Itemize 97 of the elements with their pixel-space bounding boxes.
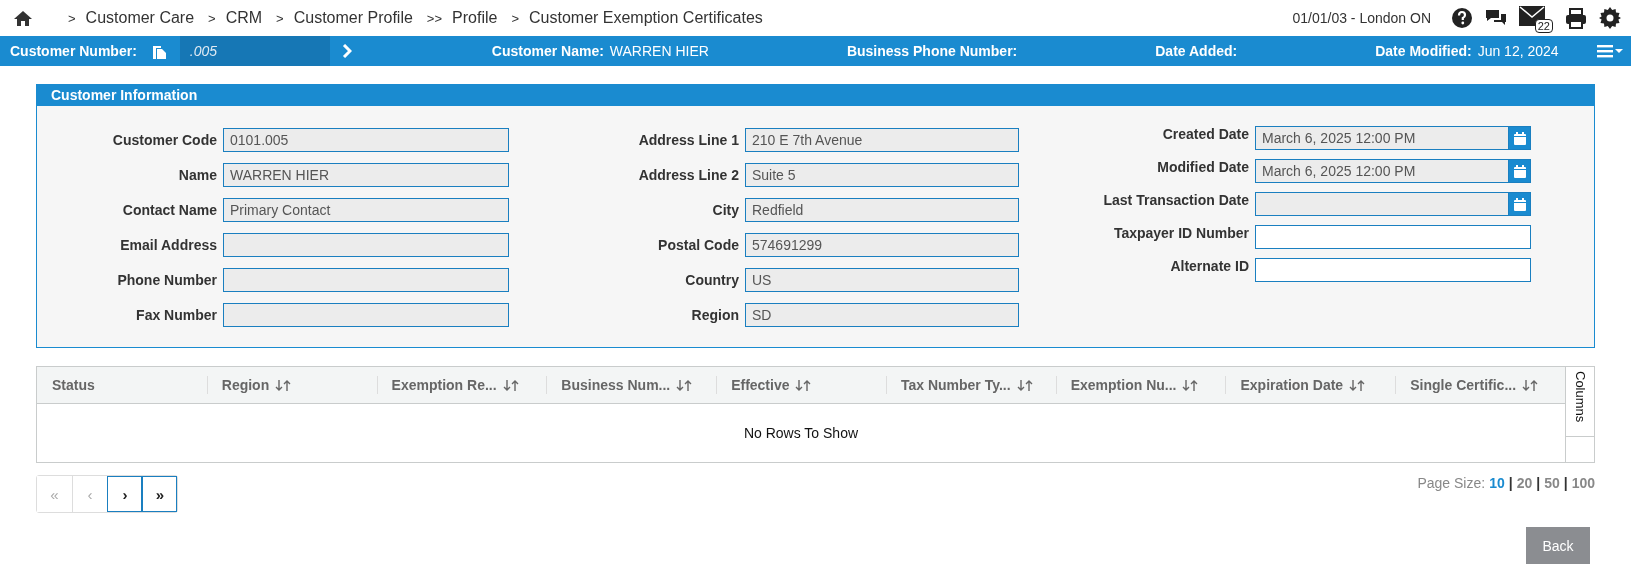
readonly-field[interactable]: 574691299 — [745, 233, 1019, 257]
field-label: Name — [177, 167, 217, 183]
field-label: Address Line 2 — [637, 167, 739, 183]
empty-message: No Rows To Show — [743, 425, 859, 441]
menu-icon[interactable] — [1597, 44, 1623, 58]
sort-icon[interactable] — [275, 378, 292, 392]
readonly-field[interactable]: US — [745, 268, 1019, 292]
calendar-button[interactable] — [1508, 126, 1531, 150]
chevron-right-icon[interactable] — [341, 44, 352, 58]
field-label: Fax Number — [135, 307, 217, 323]
breadcrumb-link[interactable]: Profile — [452, 9, 498, 27]
sort-icon[interactable] — [1016, 378, 1033, 392]
date-field[interactable] — [1255, 192, 1508, 216]
column-header[interactable]: Exemption Re... — [391, 377, 497, 393]
column-header[interactable]: Effective — [731, 377, 790, 393]
field-label: Region — [690, 307, 739, 323]
field-label: Modified Date — [1156, 159, 1249, 175]
field-label: Taxpayer ID Number — [1112, 225, 1249, 241]
field-label: Contact Name — [121, 202, 217, 218]
breadcrumb-link[interactable]: Customer Care — [85, 9, 195, 27]
calendar-icon — [1513, 131, 1526, 145]
mail-count-badge: 22 — [1534, 19, 1553, 33]
readonly-field[interactable]: 210 E 7th Avenue — [745, 128, 1019, 152]
field-label: Address Line 1 — [637, 132, 739, 148]
readonly-field[interactable]: 0101.005 — [223, 128, 509, 152]
breadcrumb-separator: > — [68, 10, 76, 26]
printer-icon[interactable] — [1565, 7, 1587, 29]
page-size-option[interactable]: 10 — [1489, 475, 1505, 491]
separator: | — [1508, 475, 1513, 491]
field-label: Alternate ID — [1169, 258, 1249, 274]
column-header[interactable]: Tax Number Ty... — [900, 377, 1011, 393]
sort-icon[interactable] — [1522, 378, 1539, 392]
column-header[interactable]: Expiration Date — [1240, 377, 1344, 393]
sort-icon[interactable] — [502, 378, 519, 392]
column-header[interactable]: Region — [221, 377, 270, 393]
field-label: Date Added: — [1155, 43, 1238, 59]
settings-icon[interactable] — [1599, 7, 1621, 29]
field-value: Jun 12, 2024 — [1477, 43, 1559, 59]
column-header[interactable]: Exemption Nu... — [1070, 377, 1177, 393]
field-label: Created Date — [1161, 126, 1249, 142]
field-label: Email Address — [119, 237, 217, 253]
sort-icon[interactable] — [1182, 378, 1199, 392]
sort-icon[interactable] — [795, 378, 812, 392]
calendar-button[interactable] — [1508, 159, 1531, 183]
readonly-field[interactable] — [223, 303, 509, 327]
back-button[interactable]: Back — [1526, 527, 1590, 564]
home-icon[interactable] — [14, 10, 32, 26]
calendar-icon — [1513, 164, 1526, 178]
calendar-button[interactable] — [1508, 192, 1531, 216]
field-label: Customer Code — [111, 132, 217, 148]
field-label: Date Modified: — [1375, 43, 1472, 59]
page-size-label: Page Size: — [1417, 475, 1486, 491]
separator: | — [1536, 475, 1541, 491]
page-size-option[interactable]: 50 — [1544, 475, 1560, 491]
panel-title: Customer Information — [37, 85, 1594, 106]
breadcrumb-separator: > — [511, 10, 519, 26]
field-label: Customer Number: — [10, 43, 137, 59]
field-label: Customer Name: — [491, 43, 604, 59]
copy-icon[interactable] — [152, 43, 166, 59]
readonly-field[interactable] — [223, 233, 509, 257]
page-size-option[interactable]: 20 — [1516, 475, 1533, 491]
field-label: Phone Number — [116, 272, 217, 288]
text-input-field[interactable] — [1255, 258, 1531, 282]
breadcrumb-separator: > — [208, 10, 216, 26]
field-label: Business Phone Number: — [846, 43, 1018, 59]
calendar-icon — [1513, 197, 1526, 211]
readonly-field[interactable]: WARREN HIER — [223, 163, 509, 187]
column-header[interactable]: Single Certific... — [1410, 377, 1517, 393]
separator: | — [1563, 475, 1568, 491]
location-text: 01/01/03 - London ON — [1292, 10, 1431, 26]
readonly-field[interactable]: Redfield — [745, 198, 1019, 222]
date-field[interactable]: March 6, 2025 12:00 PM — [1255, 126, 1508, 150]
field-label: Country — [684, 272, 739, 288]
sort-icon[interactable] — [676, 378, 693, 392]
readonly-field[interactable]: SD — [745, 303, 1019, 327]
breadcrumb-link[interactable]: Customer Profile — [293, 9, 413, 27]
pagination-button[interactable]: » — [142, 476, 177, 512]
customer-number-field[interactable]: .005 — [179, 36, 330, 66]
breadcrumb-separator: > — [276, 10, 284, 26]
field-label: Last Transaction Date — [1102, 192, 1249, 208]
help-icon[interactable] — [1451, 7, 1473, 29]
pagination-button[interactable]: › — [107, 476, 142, 512]
readonly-field[interactable]: Primary Contact — [223, 198, 509, 222]
breadcrumb-separator: >> — [426, 10, 443, 26]
page-size-option[interactable]: 100 — [1571, 475, 1595, 491]
field-value: WARREN HIER — [609, 43, 709, 59]
column-header[interactable]: Status — [52, 377, 95, 393]
readonly-field[interactable]: Suite 5 — [745, 163, 1019, 187]
field-label: Postal Code — [657, 237, 739, 253]
date-field[interactable]: March 6, 2025 12:00 PM — [1255, 159, 1508, 183]
breadcrumb-link[interactable]: CRM — [225, 9, 263, 27]
text-input-field[interactable] — [1255, 225, 1531, 249]
readonly-field[interactable] — [223, 268, 509, 292]
field-label: City — [711, 202, 739, 218]
column-header[interactable]: Business Num... — [561, 377, 671, 393]
sort-icon[interactable] — [1349, 378, 1366, 392]
breadcrumb-link[interactable]: Customer Exemption Certificates — [529, 9, 763, 27]
